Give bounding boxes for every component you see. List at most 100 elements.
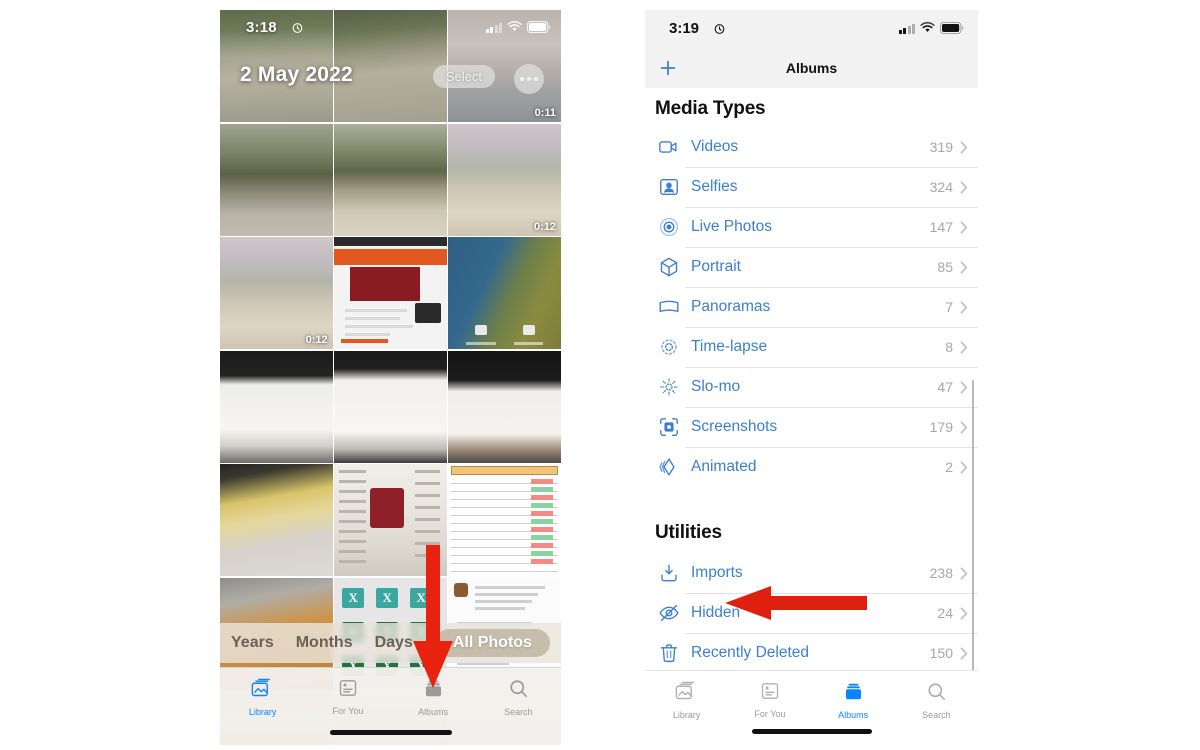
chevron-right-icon	[960, 381, 968, 394]
import-icon	[657, 561, 681, 585]
media-types-list[interactable]: Videos 319 Selfies 324 Live Photos 147 P…	[645, 127, 978, 487]
library-icon	[675, 681, 698, 707]
chevron-right-icon	[960, 301, 968, 314]
album-row-label: Animated	[691, 458, 757, 475]
screenshot-icon	[657, 415, 681, 439]
album-row-count: 319	[929, 139, 953, 155]
chevron-right-icon	[960, 567, 968, 580]
search-icon	[508, 678, 529, 704]
status-time: 3:19	[669, 20, 700, 37]
album-row-count: 147	[929, 219, 953, 235]
album-row-count: 7	[945, 299, 953, 315]
section-title-media-types: Media Types	[655, 98, 766, 119]
chevron-right-icon	[960, 647, 968, 660]
photo-thumbnail[interactable]	[220, 123, 333, 236]
photo-thumbnail[interactable]	[448, 464, 561, 576]
album-row-label: Recently Deleted	[691, 644, 810, 661]
album-row-live-photos[interactable]: Live Photos 147	[645, 207, 978, 247]
photo-thumbnail[interactable]	[448, 350, 561, 463]
album-row-count: 24	[937, 605, 953, 621]
more-options-icon[interactable]	[514, 64, 544, 94]
chevron-right-icon	[960, 341, 968, 354]
album-row-count: 324	[929, 179, 953, 195]
album-row-label: Portrait	[691, 258, 741, 275]
photo-thumbnail[interactable]: 0:12	[220, 237, 333, 349]
tab-label: Search	[922, 710, 951, 720]
arrow-to-albums-tab	[413, 545, 453, 688]
portrait-cube-icon	[657, 255, 681, 279]
album-row-panoramas[interactable]: Panoramas 7	[645, 287, 978, 327]
tab-library[interactable]: Library	[645, 671, 728, 745]
album-row-count: 238	[929, 565, 953, 581]
album-row-label: Imports	[691, 564, 743, 581]
battery-icon	[940, 22, 964, 34]
tab-label: For You	[332, 706, 364, 716]
cellular-signal-icon	[898, 23, 915, 34]
hidden-eye-icon	[657, 601, 681, 625]
segment-months[interactable]: Months	[296, 634, 353, 652]
album-row-time-lapse[interactable]: Time-lapse 8	[645, 327, 978, 367]
right-status-icons	[898, 22, 965, 34]
arrow-to-hidden-row	[725, 586, 867, 620]
chevron-right-icon	[960, 181, 968, 194]
select-button[interactable]: Select	[432, 65, 495, 88]
chevron-right-icon	[960, 461, 968, 474]
segment-years[interactable]: Years	[231, 634, 274, 652]
photo-thumbnail[interactable]	[334, 350, 447, 463]
page-title: Albums	[785, 60, 838, 76]
album-row-selfies[interactable]: Selfies 324	[645, 167, 978, 207]
left-phone-photos-library: 0:11 0:12 0:12 X X X X X X 3:18 2 May 20…	[220, 10, 561, 745]
tab-search[interactable]: Search	[476, 668, 561, 745]
photo-thumbnail[interactable]: 0:12	[448, 123, 561, 236]
right-phone-albums: 3:19 Albums Media Types Videos 319 Selfi…	[645, 10, 978, 745]
album-row-label: Slo-mo	[691, 378, 741, 395]
alarm-icon	[714, 24, 725, 34]
right-nav-bar: Albums	[645, 48, 978, 88]
animated-icon	[657, 455, 681, 479]
album-row-label: Time-lapse	[691, 338, 768, 355]
album-row-screenshots[interactable]: Screenshots 179	[645, 407, 978, 447]
album-row-count: 179	[929, 419, 953, 435]
chevron-right-icon	[960, 261, 968, 274]
timeline-segmented-control[interactable]: Years Months Days All Photos	[220, 623, 561, 663]
chevron-right-icon	[960, 421, 968, 434]
section-title-utilities: Utilities	[655, 522, 722, 543]
tab-label: Library	[672, 710, 701, 720]
segment-days[interactable]: Days	[375, 634, 413, 652]
video-duration-badge: 0:12	[305, 334, 328, 346]
photo-thumbnail[interactable]	[448, 237, 561, 349]
tab-label: Albums	[418, 707, 449, 717]
photo-thumbnail[interactable]	[220, 350, 333, 463]
album-row-portrait[interactable]: Portrait 85	[645, 247, 978, 287]
chevron-right-icon	[960, 141, 968, 154]
tab-library[interactable]: Library	[220, 668, 305, 745]
time-lapse-icon	[657, 335, 681, 359]
album-row-label: Selfies	[691, 178, 738, 195]
album-row-label: Videos	[691, 138, 739, 155]
search-icon	[926, 681, 947, 707]
albums-icon	[843, 681, 864, 707]
photo-thumbnail[interactable]	[334, 237, 447, 349]
album-row-videos[interactable]: Videos 319	[645, 127, 978, 167]
album-row-label: Panoramas	[691, 298, 771, 315]
tab-label: For You	[754, 709, 786, 719]
right-status-bar: 3:19	[645, 10, 978, 48]
album-row-label: Screenshots	[691, 418, 778, 435]
home-indicator	[329, 730, 452, 735]
tab-label: Library	[248, 707, 277, 717]
photo-thumbnail[interactable]	[220, 464, 333, 576]
add-album-icon[interactable]	[657, 57, 679, 79]
chevron-right-icon	[960, 607, 968, 620]
album-row-count: 8	[945, 339, 953, 355]
album-row-recently-deleted[interactable]: Recently Deleted 150	[645, 633, 978, 673]
album-row-slo-mo[interactable]: Slo-mo 47	[645, 367, 978, 407]
vertical-scrollbar[interactable]	[971, 380, 974, 680]
tab-search[interactable]: Search	[895, 671, 978, 745]
photo-grid[interactable]: 0:11 0:12 0:12 X X X X X X	[220, 10, 561, 745]
album-row-animated[interactable]: Animated 2	[645, 447, 978, 487]
for-you-icon	[338, 678, 358, 703]
for-you-icon	[760, 681, 780, 706]
album-row-count: 85	[937, 259, 953, 275]
photo-thumbnail[interactable]	[334, 123, 447, 236]
tab-label: Albums	[838, 710, 869, 720]
